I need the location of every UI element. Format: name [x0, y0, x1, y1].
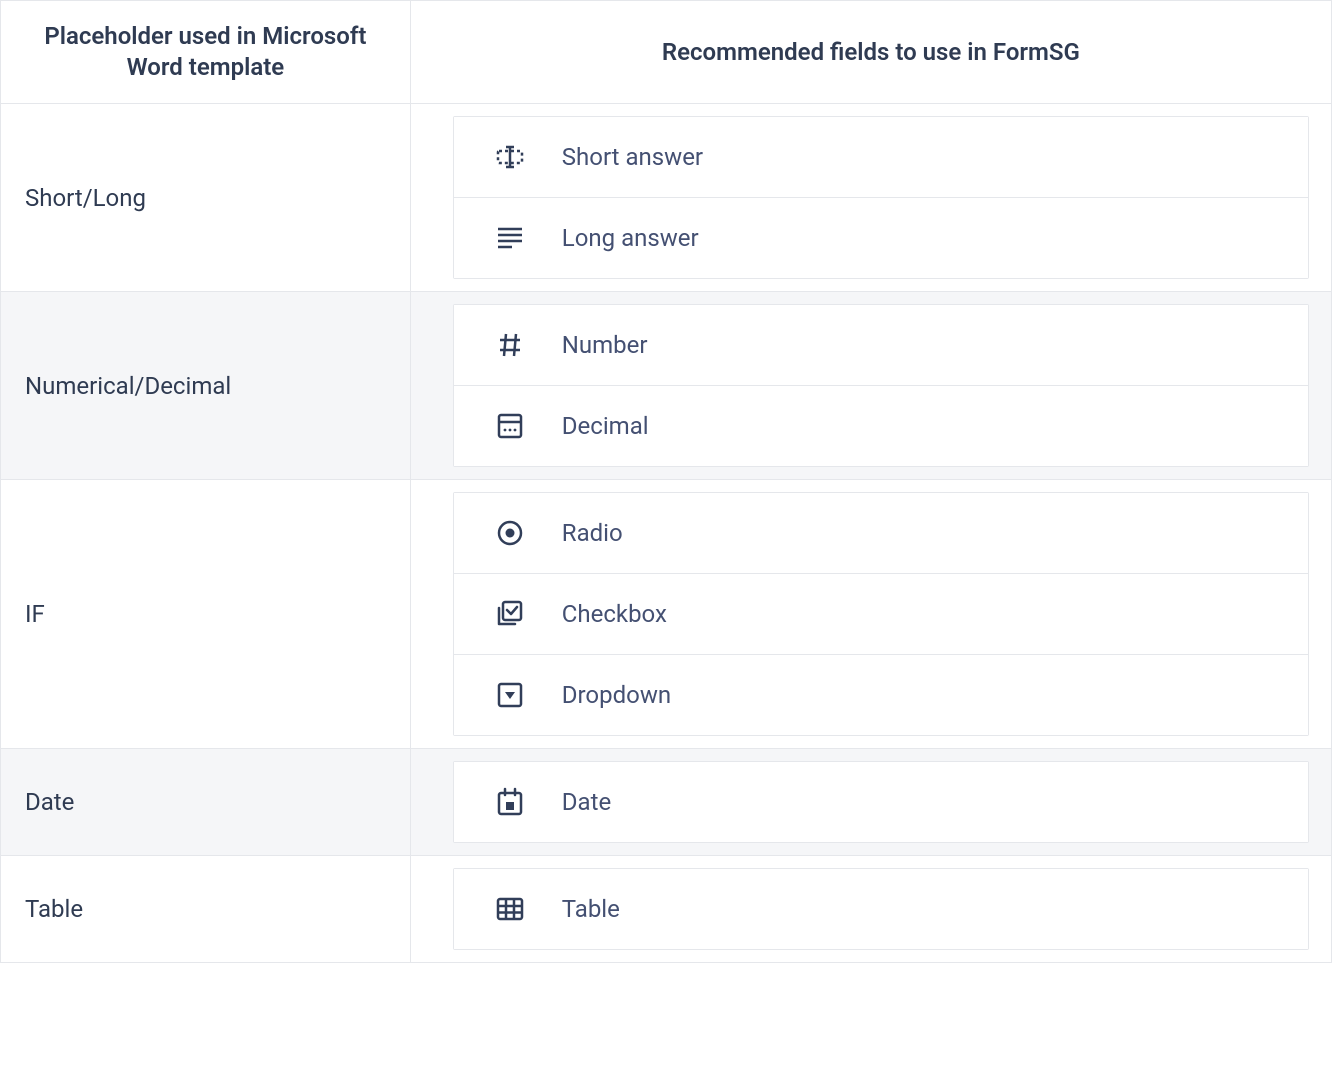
field-item: Short answer	[454, 117, 1308, 198]
fields-cell: Date	[410, 749, 1331, 856]
table-icon	[494, 893, 526, 925]
short-answer-icon	[494, 141, 526, 173]
field-item: Long answer	[454, 198, 1308, 278]
placeholder-cell: Numerical/Decimal	[1, 292, 411, 480]
radio-icon	[494, 517, 526, 549]
field-mapping-table: Placeholder used in Microsoft Word templ…	[0, 0, 1332, 963]
field-label: Radio	[562, 519, 623, 547]
field-label: Table	[562, 895, 620, 923]
fields-cell: Number Decimal	[410, 292, 1331, 480]
field-item: Date	[454, 762, 1308, 842]
field-item: Number	[454, 305, 1308, 386]
placeholder-cell: Date	[1, 749, 411, 856]
field-item: Decimal	[454, 386, 1308, 466]
field-label: Checkbox	[562, 600, 667, 628]
table-row: Short/Long Short answer Long answer	[1, 104, 1332, 292]
number-icon	[494, 329, 526, 361]
fields-cell: Short answer Long answer	[410, 104, 1331, 292]
table-row: Numerical/Decimal Number Decimal	[1, 292, 1332, 480]
fields-cell: Table	[410, 856, 1331, 963]
field-list: Radio Checkbox Dropdown	[453, 492, 1309, 736]
field-label: Date	[562, 788, 611, 816]
date-icon	[494, 786, 526, 818]
dropdown-icon	[494, 679, 526, 711]
field-label: Short answer	[562, 143, 703, 171]
placeholder-cell: Short/Long	[1, 104, 411, 292]
field-item: Dropdown	[454, 655, 1308, 735]
field-label: Long answer	[562, 224, 699, 252]
field-list: Short answer Long answer	[453, 116, 1309, 279]
field-list: Date	[453, 761, 1309, 843]
field-item: Radio	[454, 493, 1308, 574]
table-row: Date Date	[1, 749, 1332, 856]
header-fields: Recommended fields to use in FormSG	[410, 1, 1331, 104]
field-list: Number Decimal	[453, 304, 1309, 467]
field-item: Table	[454, 869, 1308, 949]
placeholder-cell: Table	[1, 856, 411, 963]
field-item: Checkbox	[454, 574, 1308, 655]
fields-cell: Radio Checkbox Dropdown	[410, 480, 1331, 749]
decimal-icon	[494, 410, 526, 442]
table-row: IF Radio Checkbox Dropdown	[1, 480, 1332, 749]
table-row: Table Table	[1, 856, 1332, 963]
field-label: Decimal	[562, 412, 649, 440]
header-placeholder: Placeholder used in Microsoft Word templ…	[1, 1, 411, 104]
field-list: Table	[453, 868, 1309, 950]
long-answer-icon	[494, 222, 526, 254]
field-label: Number	[562, 331, 648, 359]
checkbox-icon	[494, 598, 526, 630]
placeholder-cell: IF	[1, 480, 411, 749]
field-label: Dropdown	[562, 681, 671, 709]
